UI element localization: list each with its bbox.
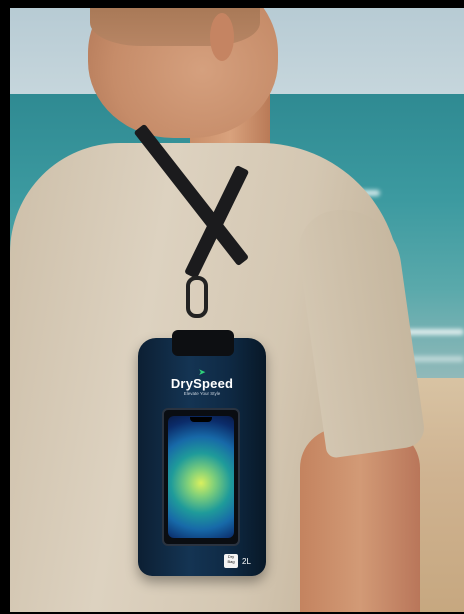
- roll-top-buckle: [172, 330, 234, 356]
- brand-name: DrySpeed: [170, 376, 234, 391]
- dry-bag-badge: Dry Bag: [224, 554, 238, 568]
- capacity-label: 2L: [242, 557, 251, 566]
- phone-screen: [168, 416, 234, 538]
- ear: [210, 13, 234, 61]
- tagline: Elevate Your Style: [183, 391, 221, 396]
- hair: [90, 8, 260, 46]
- photo: ➤ DrySpeed Elevate Your Style Dry Bag 2L: [10, 8, 464, 612]
- phone-window: [162, 408, 240, 546]
- phone-notch: [190, 417, 212, 422]
- dry-bag: ➤ DrySpeed Elevate Your Style Dry Bag 2L: [138, 330, 266, 576]
- carabiner-clip: [186, 276, 208, 318]
- arm: [300, 428, 420, 612]
- logo: ➤ DrySpeed Elevate Your Style: [138, 368, 266, 397]
